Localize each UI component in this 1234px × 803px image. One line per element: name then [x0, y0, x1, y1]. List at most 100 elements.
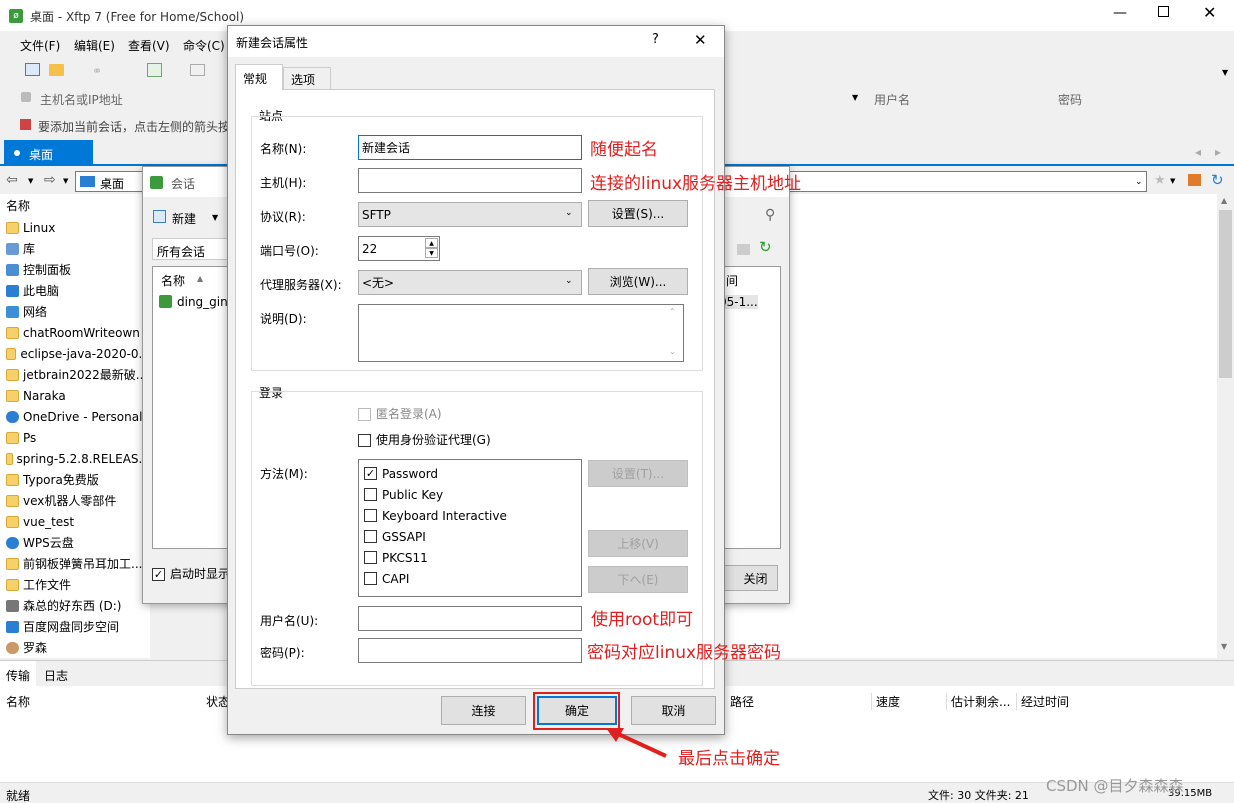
menu-view[interactable]: 查看(V) [128, 37, 170, 54]
desc-scroll-down-icon[interactable]: ⌄ [669, 347, 676, 356]
tree-item[interactable]: 工作文件 [0, 574, 150, 595]
forward-dropdown-icon[interactable]: ▼ [63, 177, 68, 185]
tree-item[interactable]: OneDrive - Personal [0, 406, 150, 427]
sessions-folder-icon[interactable] [737, 244, 750, 255]
back-dropdown-icon[interactable]: ▼ [28, 177, 33, 185]
tab-prev-icon[interactable]: ◂ [1195, 145, 1201, 159]
move-up-button[interactable]: 上移(V) [588, 530, 688, 557]
name-input[interactable]: 新建会话 [358, 135, 582, 160]
proxy-browse-button[interactable]: 浏览(W)... [588, 268, 688, 295]
sessions-filter[interactable]: 所有会话 [152, 238, 232, 260]
tree-item[interactable]: Naraka [0, 385, 150, 406]
dialog-help-icon[interactable]: ? [652, 32, 659, 47]
home-icon[interactable] [1188, 174, 1201, 186]
tree-item[interactable]: chatRoomWriteown [0, 322, 150, 343]
tree-item[interactable]: 森总的好东西 (D:) [0, 595, 150, 616]
sessions-new-dropdown-icon[interactable]: ▼ [212, 213, 218, 222]
tree-item[interactable]: 此电脑 [0, 280, 150, 301]
bottom-col-path[interactable]: 路径 [730, 693, 754, 710]
desc-scroll-up-icon[interactable]: ⌃ [669, 307, 676, 316]
tree-item[interactable]: WPS云盘 [0, 532, 150, 553]
desc-textarea[interactable]: ⌃ ⌄ [358, 304, 684, 362]
tab-log[interactable]: 日志 [44, 667, 68, 684]
sessions-search-icon[interactable]: ⚲ [765, 207, 775, 223]
sessions-col-time[interactable]: 间 [726, 272, 738, 289]
login-password-input[interactable] [358, 638, 582, 663]
tree-item[interactable]: vue_test [0, 511, 150, 532]
tree-item[interactable]: Linux [0, 217, 150, 238]
forward-icon[interactable]: ⇨ [44, 172, 56, 188]
sync-icon[interactable] [147, 63, 162, 77]
right-scrollbar[interactable]: ▲ ▼ [1217, 194, 1234, 658]
proxy-select[interactable]: <无> ⌄ [358, 270, 582, 295]
tab-transfer[interactable]: 传输 [0, 661, 36, 686]
star-dropdown-icon[interactable]: ▼ [1170, 177, 1175, 185]
tree-item[interactable]: 罗森 [0, 637, 150, 658]
bottom-col-name[interactable]: 名称 [6, 693, 30, 710]
tree-item[interactable]: eclipse-java-2020-0... [0, 343, 150, 364]
star-icon[interactable]: ★ [1154, 173, 1166, 188]
port-down-icon[interactable]: ▼ [425, 248, 438, 258]
link-icon[interactable]: ⚭ [92, 64, 106, 78]
tree-item[interactable]: 百度网盘同步空间 [0, 616, 150, 637]
host-dropdown-icon[interactable]: ▼ [852, 93, 858, 102]
bottom-col-elapsed[interactable]: 经过时间 [1016, 693, 1069, 710]
tab-general[interactable]: 常规 [235, 64, 283, 90]
sessions-startup-checkbox[interactable]: ✓ 启动时显示 [152, 565, 230, 583]
method-item[interactable]: Keyboard Interactive [359, 505, 581, 526]
left-path-field[interactable]: 桌面 [75, 171, 150, 192]
cancel-button[interactable]: 取消 [631, 696, 716, 725]
host-input[interactable] [358, 168, 582, 193]
open-folder-icon[interactable] [49, 64, 64, 76]
tree-item[interactable]: 控制面板 [0, 259, 150, 280]
port-input[interactable]: 22 ▲ ▼ [358, 236, 440, 261]
port-up-icon[interactable]: ▲ [425, 238, 438, 248]
menu-command[interactable]: 命令(C) [183, 37, 225, 54]
tree-item[interactable]: jetbrain2022最新破... [0, 364, 150, 385]
tree-item[interactable]: 网络 [0, 301, 150, 322]
bottom-col-remaining[interactable]: 估计剩余... [946, 693, 1010, 710]
protocol-select[interactable]: SFTP ⌄ [358, 202, 582, 227]
play-icon[interactable] [190, 64, 205, 76]
tab-options[interactable]: 选项 [283, 67, 331, 89]
menu-edit[interactable]: 编辑(E) [74, 37, 115, 54]
method-item[interactable]: PKCS11 [359, 547, 581, 568]
refresh-icon[interactable]: ↻ [1211, 171, 1224, 189]
back-icon[interactable]: ⇦ [6, 172, 18, 188]
agent-checkbox[interactable]: 使用身份验证代理(G) [358, 431, 491, 448]
tree-item[interactable]: vex机器人零部件 [0, 490, 150, 511]
left-tree-header[interactable]: 名称 [6, 197, 30, 214]
scroll-thumb[interactable] [1219, 210, 1232, 378]
dialog-close-icon[interactable]: ✕ [694, 31, 707, 49]
sessions-new-button[interactable]: 新建 ▼ [152, 208, 227, 228]
username-input[interactable]: 用户名 [874, 91, 910, 108]
method-item[interactable]: Public Key [359, 484, 581, 505]
password-input[interactable]: 密码 [1058, 91, 1082, 108]
toolbar-chevron-icon[interactable]: ▼ [1222, 68, 1228, 77]
tree-item[interactable]: 前钢板弹簧吊耳加工... [0, 553, 150, 574]
method-item[interactable]: CAPI [359, 568, 581, 589]
tab-next-icon[interactable]: ▸ [1215, 145, 1221, 159]
tree-item[interactable]: Ps [0, 427, 150, 448]
sessions-refresh-icon[interactable]: ↻ [759, 238, 772, 256]
method-settings-button[interactable]: 设置(T)... [588, 460, 688, 487]
bottom-col-speed[interactable]: 速度 [871, 693, 900, 710]
close-icon[interactable]: ✕ [1203, 3, 1216, 22]
ok-button[interactable]: 确定 [537, 696, 617, 725]
sessions-col-name[interactable]: 名称 [161, 272, 185, 289]
protocol-settings-button[interactable]: 设置(S)... [588, 200, 688, 227]
minimize-icon[interactable]: — [1113, 5, 1127, 21]
method-item[interactable]: ✓ Password [359, 463, 581, 484]
new-session-icon[interactable] [25, 63, 40, 76]
scroll-up-icon[interactable]: ▲ [1221, 196, 1227, 205]
right-path-dropdown-icon[interactable]: ⌄ [1135, 177, 1143, 187]
login-username-input[interactable] [358, 606, 582, 631]
move-down-button[interactable]: 下へ(E) [588, 566, 688, 593]
tree-item[interactable]: 库 [0, 238, 150, 259]
menu-file[interactable]: 文件(F) [20, 37, 60, 54]
maximize-icon[interactable] [1158, 6, 1169, 17]
connect-button[interactable]: 连接 [441, 696, 526, 725]
scroll-down-icon[interactable]: ▼ [1221, 642, 1227, 651]
tab-desktop[interactable]: 桌面 [4, 140, 93, 166]
host-address-input[interactable]: 主机名或IP地址 [40, 91, 123, 108]
